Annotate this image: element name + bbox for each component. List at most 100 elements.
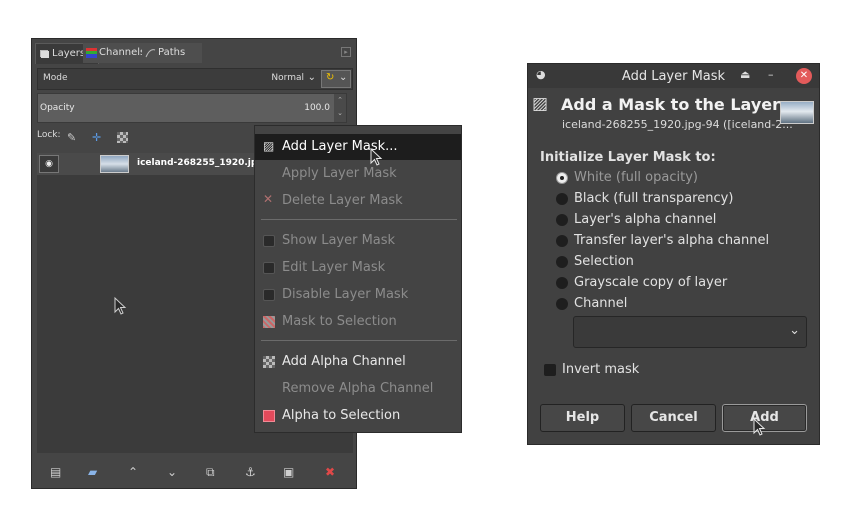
- add-layer-mask-dialog: ◕ Add Layer Mask ⏏ – ✕ ▨ Add a Mask to t…: [527, 63, 820, 445]
- paths-icon: [145, 49, 156, 58]
- radio-label: Grayscale copy of layer: [574, 275, 728, 290]
- menu-item-label: Delete Layer Mask: [282, 193, 403, 208]
- tab-label: Layers: [52, 48, 86, 59]
- eye-icon[interactable]: ◉: [39, 155, 59, 173]
- radio-label: Transfer layer's alpha channel: [574, 233, 770, 248]
- invert-mask-label[interactable]: Invert mask: [562, 362, 639, 377]
- radio-button[interactable]: [556, 235, 568, 247]
- radio-label: Layer's alpha channel: [574, 212, 717, 227]
- layer-thumbnail: [780, 101, 814, 124]
- menu-item-alpha-to-selection[interactable]: Alpha to Selection: [255, 403, 461, 429]
- add-layer-mask-icon: ▨: [263, 139, 275, 153]
- mouse-pointer-icon: [753, 417, 766, 436]
- mode-value: Normal: [271, 73, 304, 83]
- duplicate-layer-icon[interactable]: ⧉: [206, 465, 215, 480]
- mask-to-selection-icon: [263, 316, 275, 328]
- lock-position-icon[interactable]: ✛: [92, 130, 101, 146]
- delete-icon: ✕: [263, 192, 274, 206]
- radio-button[interactable]: [556, 256, 568, 268]
- menu-item-delete-layer-mask[interactable]: ✕ Delete Layer Mask: [255, 188, 461, 214]
- new-layer-group-icon[interactable]: ▰: [88, 465, 97, 479]
- lock-row: Lock: ✎ ✛: [37, 130, 128, 146]
- chevron-down-icon: ⌄: [307, 72, 316, 83]
- alpha-to-selection-icon: [263, 410, 275, 422]
- radio-button[interactable]: [556, 172, 568, 184]
- raise-layer-icon[interactable]: ⌃: [128, 465, 138, 479]
- init-mask-label: Initialize Layer Mask to:: [540, 150, 716, 165]
- menu-item-mask-to-selection[interactable]: Mask to Selection: [255, 309, 461, 335]
- menu-item-remove-alpha-channel[interactable]: Remove Alpha Channel: [255, 376, 461, 402]
- layers-icon: [40, 50, 49, 58]
- button-label: Cancel: [649, 410, 698, 425]
- close-icon[interactable]: ✕: [796, 68, 812, 84]
- cancel-button[interactable]: Cancel: [631, 404, 716, 432]
- layer-context-menu: ▨ Add Layer Mask... Apply Layer Mask ✕ D…: [254, 125, 462, 433]
- menu-item-label: Edit Layer Mask: [282, 260, 386, 275]
- lock-pixels-icon[interactable]: ✎: [67, 130, 76, 146]
- radio-button[interactable]: [556, 298, 568, 310]
- layer-thumbnail: [100, 155, 129, 173]
- menu-item-edit-layer-mask[interactable]: Edit Layer Mask: [255, 255, 461, 281]
- button-label: Help: [565, 410, 600, 425]
- opacity-value: 100.0: [304, 103, 330, 113]
- tab-label: Channels: [99, 47, 146, 58]
- dialog-heading: Add a Mask to the Layer: [561, 95, 781, 114]
- dialog-subheading: iceland-268255_1920.jpg-94 ([iceland-2..…: [562, 118, 793, 131]
- menu-item-label: Alpha to Selection: [282, 408, 401, 423]
- tab-label: Paths: [158, 47, 186, 58]
- radio-label: Selection: [574, 254, 634, 269]
- mode-selector[interactable]: Mode Normal ⌄ ↻ ⌄: [37, 68, 353, 90]
- dialog-titlebar[interactable]: ◕ Add Layer Mask ⏏ – ✕: [528, 64, 819, 88]
- layers-bottom-toolbar: ▤ ▰ ⌃ ⌄ ⧉ ⚓ ▣ ✖: [32, 459, 356, 487]
- lock-label: Lock:: [37, 130, 61, 140]
- mouse-pointer-icon: [370, 147, 383, 166]
- anchor-layer-icon[interactable]: ⚓: [245, 465, 256, 479]
- menu-item-disable-layer-mask[interactable]: Disable Layer Mask: [255, 282, 461, 308]
- menu-item-apply-layer-mask[interactable]: Apply Layer Mask: [255, 161, 461, 187]
- composite-mode-button[interactable]: ↻ ⌄: [321, 70, 351, 88]
- checkbox-icon: [263, 262, 275, 274]
- opacity-label: Opacity: [40, 103, 75, 113]
- alpha-channel-icon: [263, 356, 275, 368]
- channel-combo[interactable]: ⌄: [573, 316, 807, 348]
- layer-name: iceland-268255_1920.jpg: [137, 158, 264, 168]
- checkbox-icon: [263, 235, 275, 247]
- menu-separator: [261, 219, 457, 220]
- opacity-slider[interactable]: Opacity 100.0 ⌃ ⌄: [37, 93, 347, 123]
- chevron-down-icon: ⌄: [789, 323, 800, 338]
- dock-menu-button[interactable]: ▸: [341, 47, 351, 57]
- delete-layer-icon[interactable]: ✖: [325, 465, 335, 479]
- help-button[interactable]: Help: [540, 404, 625, 432]
- mouse-pointer-icon: [114, 296, 127, 315]
- new-layer-icon[interactable]: ▤: [50, 465, 61, 479]
- lock-alpha-icon[interactable]: [117, 132, 128, 143]
- menu-item-label: Mask to Selection: [282, 314, 397, 329]
- add-mask-icon[interactable]: ▣: [283, 465, 294, 479]
- menu-item-label: Remove Alpha Channel: [282, 381, 434, 396]
- opacity-spinner[interactable]: ⌃ ⌄: [334, 94, 346, 122]
- tab-paths[interactable]: Paths: [142, 43, 202, 63]
- radio-label: Black (full transparency): [574, 191, 734, 206]
- window-title: Add Layer Mask: [621, 69, 726, 84]
- minimize-icon[interactable]: –: [768, 68, 774, 81]
- menu-item-label: Disable Layer Mask: [282, 287, 409, 302]
- menu-item-add-alpha-channel[interactable]: Add Alpha Channel: [255, 349, 461, 375]
- radio-button[interactable]: [556, 277, 568, 289]
- invert-mask-checkbox[interactable]: [544, 364, 556, 376]
- layer-mask-icon: ▨: [532, 94, 549, 114]
- keep-above-icon[interactable]: ⏏: [740, 68, 750, 81]
- radio-button[interactable]: [556, 193, 568, 205]
- menu-item-show-layer-mask[interactable]: Show Layer Mask: [255, 228, 461, 254]
- menu-separator: [261, 340, 457, 341]
- mode-label: Mode: [43, 73, 68, 83]
- radio-label: Channel: [574, 296, 628, 311]
- lower-layer-icon[interactable]: ⌄: [167, 465, 177, 479]
- chevron-down-icon: ⌄: [339, 72, 348, 83]
- menu-item-label: Add Alpha Channel: [282, 354, 406, 369]
- radio-button[interactable]: [556, 214, 568, 226]
- menu-item-add-layer-mask[interactable]: ▨ Add Layer Mask...: [255, 134, 461, 160]
- radio-label: White (full opacity): [574, 170, 698, 185]
- composite-icon: ↻: [326, 72, 335, 83]
- channels-icon: [86, 48, 97, 58]
- menu-item-label: Show Layer Mask: [282, 233, 396, 248]
